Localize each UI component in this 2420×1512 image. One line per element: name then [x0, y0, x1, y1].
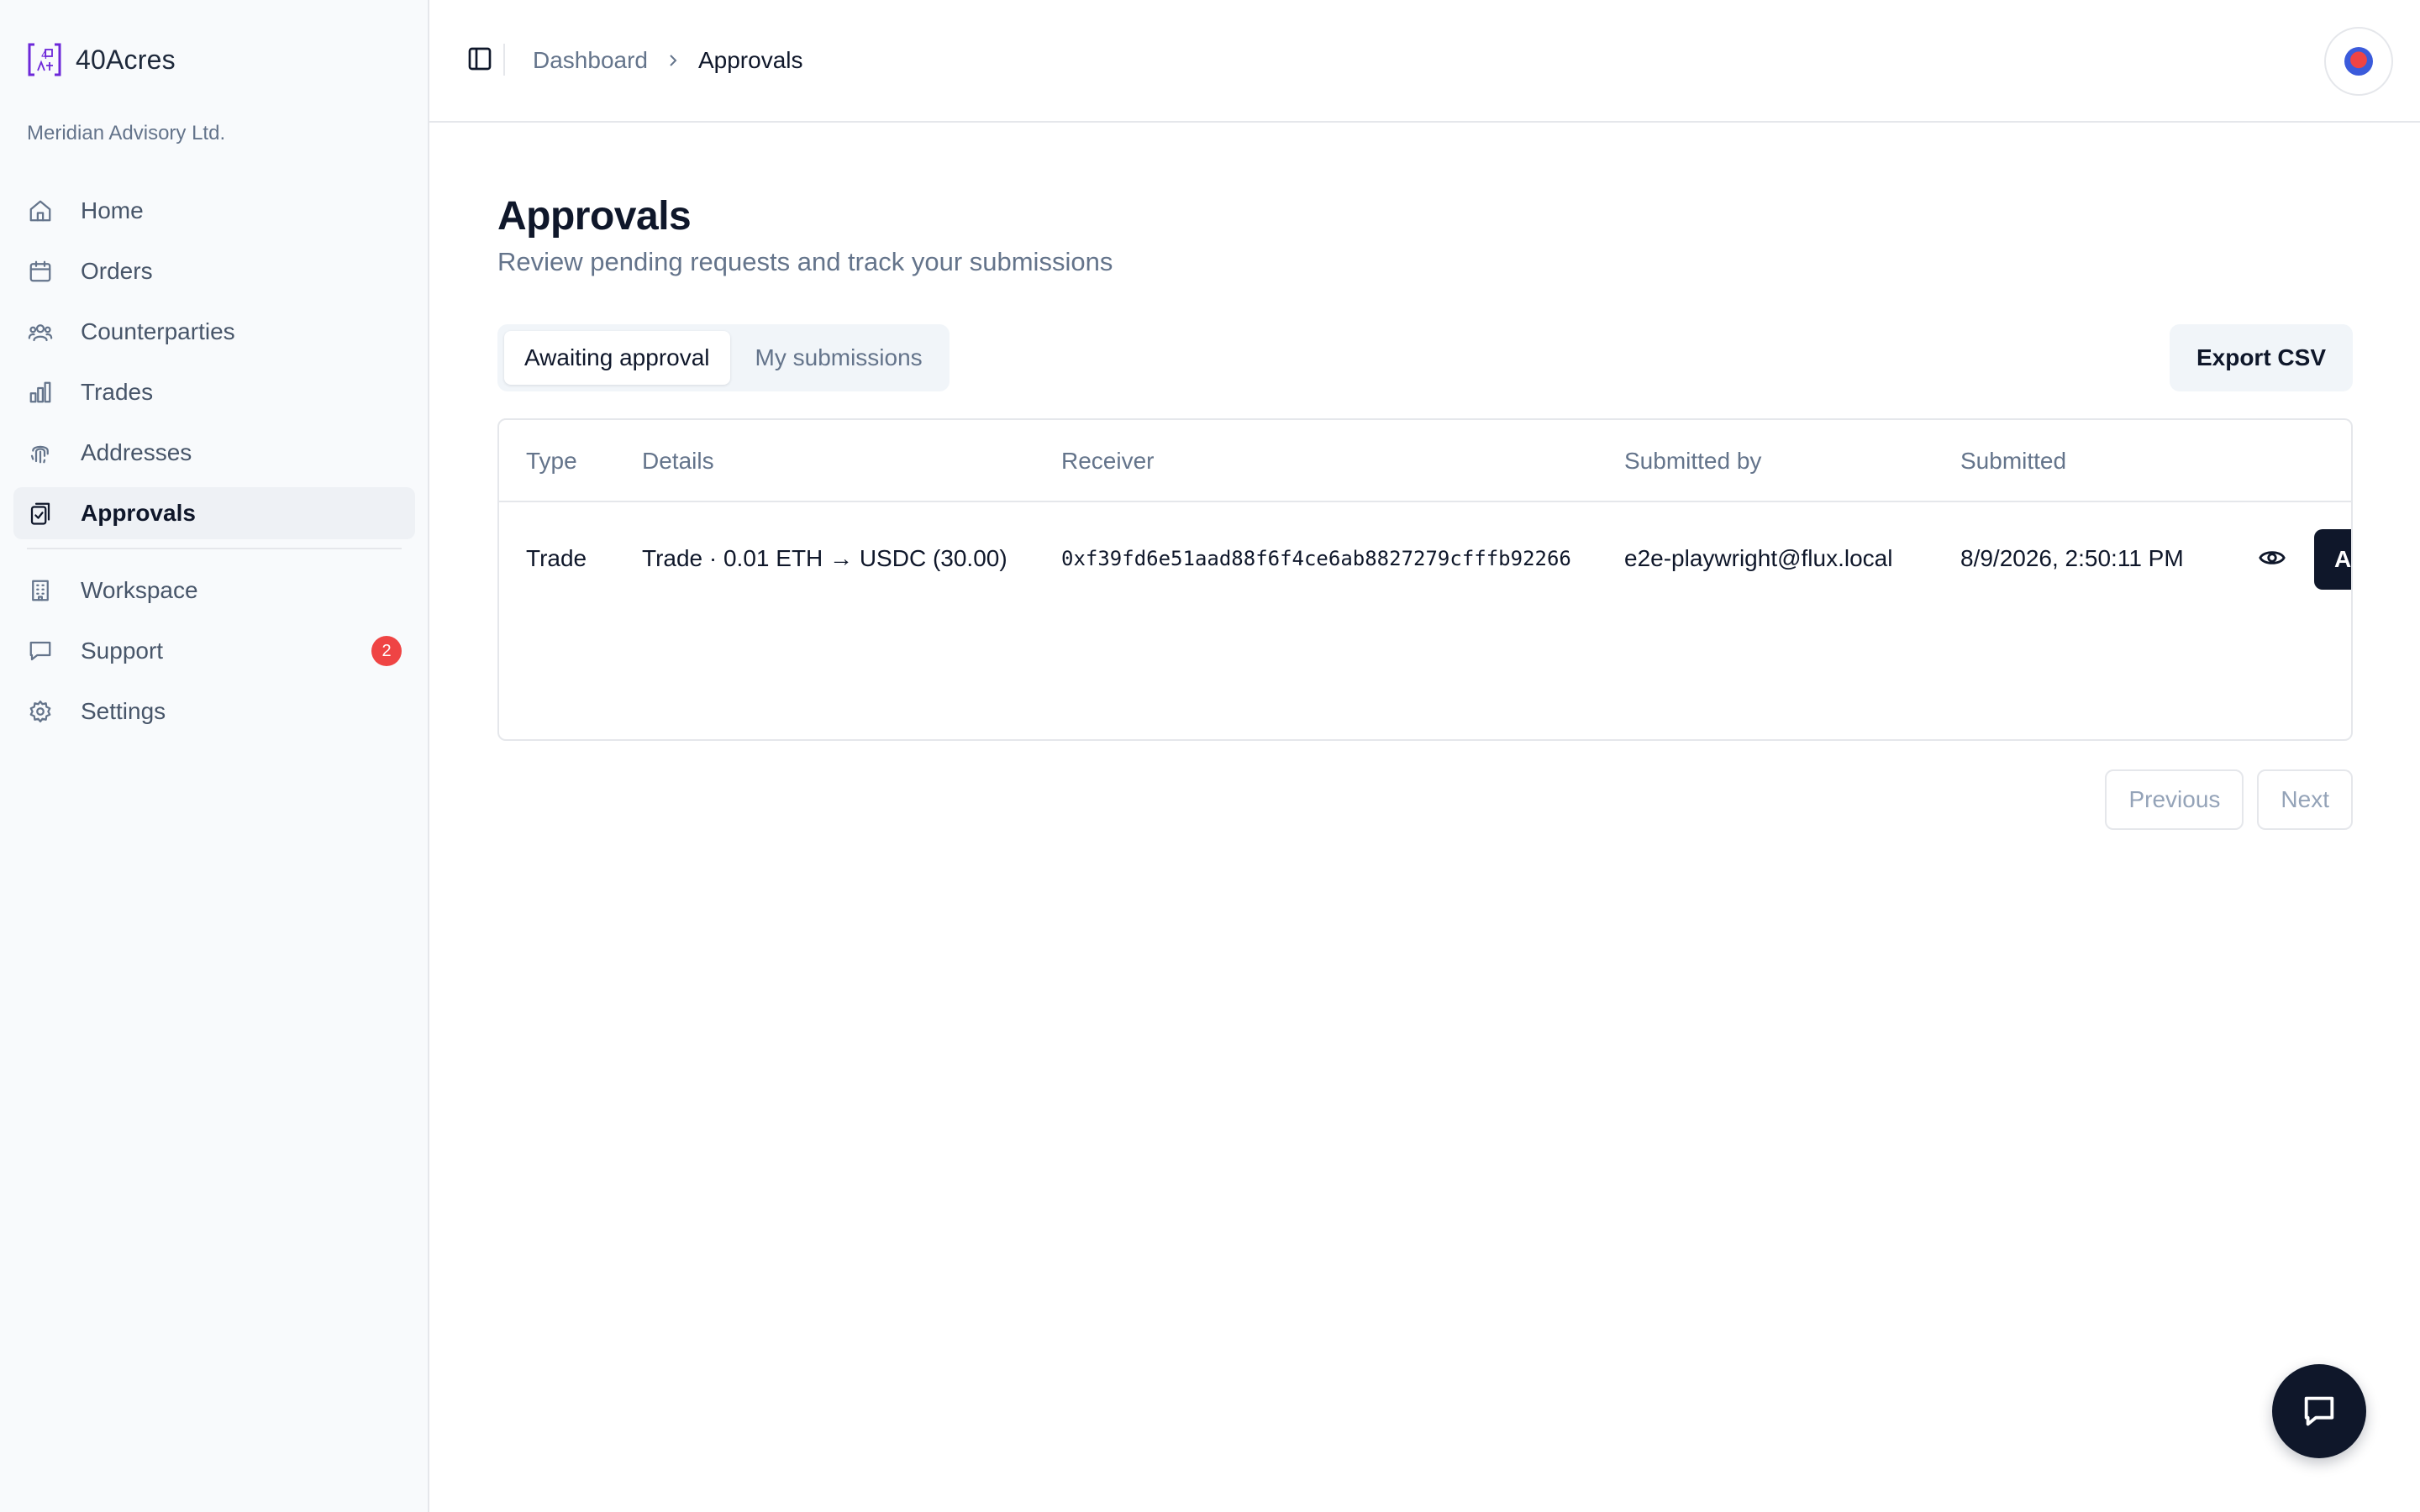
sidebar-item-home[interactable]: Home — [13, 185, 415, 237]
brand-name: 40Acres — [76, 44, 176, 75]
sidebar-item-label: Approvals — [81, 500, 196, 526]
sidebar-item-settings[interactable]: Settings — [13, 685, 415, 738]
sidebar-item-support[interactable]: Support 2 — [13, 625, 415, 677]
sidebar-item-orders[interactable]: Orders — [13, 245, 415, 297]
pagination: Previous Next — [2105, 769, 2353, 830]
calendar-icon — [27, 258, 54, 285]
sidebar-item-label: Trades — [81, 379, 154, 405]
approve-button[interactable]: A — [2314, 529, 2351, 590]
cell-type: Trade — [526, 545, 587, 571]
gear-icon — [27, 698, 54, 725]
export-csv-button[interactable]: Export CSV — [2169, 324, 2353, 391]
table-header: Type Details Receiver Submitted by Submi… — [499, 420, 2351, 502]
sidebar-item-label: Orders — [81, 258, 153, 284]
building-icon — [27, 577, 54, 604]
cell-details: Trade · 0.01 ETH → USDC (30.00) — [642, 545, 1007, 571]
sidebar-toggle-button[interactable] — [465, 44, 495, 74]
approval-tabs: Awaiting approval My submissions — [497, 324, 950, 391]
chat-icon — [2304, 1396, 2334, 1426]
page-subtitle: Review pending requests and track your s… — [497, 247, 1113, 276]
sidebar-item-counterparties[interactable]: Counterparties — [13, 306, 415, 358]
view-button[interactable] — [2255, 541, 2289, 575]
sidebar-item-addresses[interactable]: Addresses — [13, 427, 415, 479]
panel-left-icon — [468, 47, 492, 71]
next-page-button[interactable]: Next — [2257, 769, 2353, 830]
sidebar-item-label: Workspace — [81, 577, 198, 603]
sidebar-item-label: Counterparties — [81, 318, 235, 344]
cell-receiver: 0xf39fd6e51aad88f6f4ce6ab8827279cfffb922… — [1061, 547, 1571, 570]
sidebar: 4 40Acres Meridian Advisory Ltd. Home Or… — [0, 0, 429, 1512]
home-icon — [27, 197, 54, 224]
org-name: Meridian Advisory Ltd. — [27, 122, 226, 144]
column-header-submitted: Submitted — [1960, 448, 2067, 474]
chat-button[interactable] — [2272, 1364, 2366, 1458]
approvals-table: Type Details Receiver Submitted by Submi… — [497, 418, 2353, 741]
column-header-submitted-by: Submitted by — [1624, 448, 1762, 474]
breadcrumb-current: Approvals — [697, 47, 803, 73]
sidebar-item-label: Settings — [81, 698, 166, 724]
chevron-right-icon — [663, 50, 683, 71]
tab-awaiting-approval[interactable]: Awaiting approval — [504, 331, 730, 385]
bar-chart-icon — [27, 379, 54, 406]
table-row: Trade Trade · 0.01 ETH → USDC (30.00) 0x… — [499, 502, 2351, 615]
support-badge: 2 — [371, 636, 402, 666]
sidebar-nav: Home Orders Counterparties Trades Addres… — [13, 185, 415, 746]
breadcrumb: Dashboard Approvals — [533, 44, 803, 77]
top-header: Dashboard Approvals — [429, 0, 2420, 123]
cell-submitted: 8/9/2026, 2:50:11 PM — [1960, 545, 2184, 571]
header-divider — [503, 44, 505, 76]
avatar-image — [2344, 47, 2373, 76]
eye-icon — [2259, 551, 2286, 564]
sidebar-item-label: Support — [81, 638, 164, 664]
breadcrumb-dashboard[interactable]: Dashboard — [533, 47, 648, 74]
column-header-receiver: Receiver — [1061, 448, 1155, 474]
column-header-details: Details — [642, 448, 714, 474]
sidebar-item-label: Home — [81, 197, 144, 223]
brand[interactable]: 4 40Acres — [27, 42, 176, 77]
sidebar-item-trades[interactable]: Trades — [13, 366, 415, 418]
avatar[interactable] — [2324, 27, 2393, 96]
brand-logo-icon: 4 — [28, 43, 61, 76]
users-icon — [27, 318, 54, 345]
tab-my-submissions[interactable]: My submissions — [735, 331, 943, 385]
cell-submitted-by: e2e-playwright@flux.local — [1624, 545, 1893, 571]
clipboard-check-icon — [27, 500, 54, 527]
sidebar-divider — [27, 548, 402, 549]
message-icon — [27, 638, 54, 664]
sidebar-item-label: Addresses — [81, 439, 192, 465]
sidebar-item-workspace[interactable]: Workspace — [13, 564, 415, 617]
column-header-type: Type — [526, 448, 577, 474]
fingerprint-icon — [27, 439, 54, 466]
page-title: Approvals — [497, 194, 692, 239]
sidebar-item-approvals[interactable]: Approvals — [13, 487, 415, 539]
previous-page-button[interactable]: Previous — [2105, 769, 2244, 830]
